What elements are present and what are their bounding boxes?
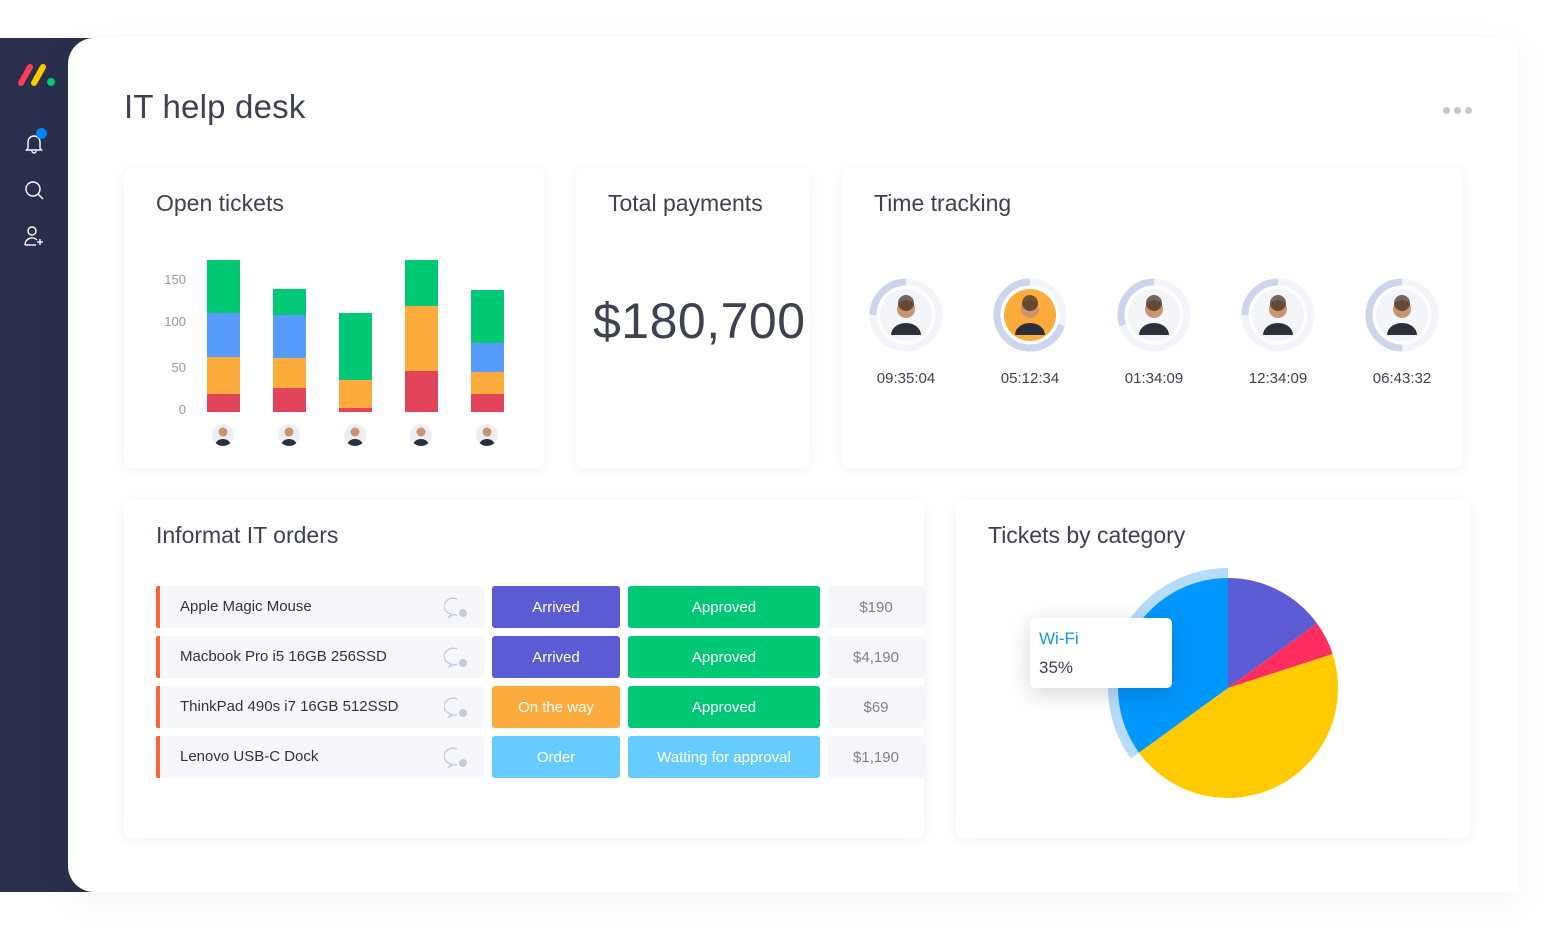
order-row[interactable]: Lenovo USB-C Dock Order Watting for appr… bbox=[156, 736, 956, 778]
bar-segment-red[interactable] bbox=[273, 388, 306, 412]
order-price: $69 bbox=[828, 686, 924, 728]
person-avatar[interactable] bbox=[410, 424, 432, 446]
bar-segment-orange[interactable] bbox=[471, 372, 504, 395]
bar-segment-red[interactable] bbox=[471, 394, 504, 412]
time-progress-ring bbox=[1117, 278, 1191, 352]
bar-segment-blue[interactable] bbox=[471, 343, 504, 373]
order-item-name: ThinkPad 490s i7 16GB 512SSD bbox=[180, 698, 399, 715]
comment-icon[interactable] bbox=[444, 696, 470, 720]
bar-segment-red[interactable] bbox=[207, 394, 240, 412]
person-avatar bbox=[993, 278, 1067, 352]
bar-segment-green[interactable] bbox=[339, 312, 372, 381]
order-item-cell[interactable]: Apple Magic Mouse bbox=[156, 586, 484, 628]
time-progress-ring bbox=[869, 278, 943, 352]
open-tickets-card: Open tickets 0 50 100 150 bbox=[124, 168, 544, 468]
tickets-by-category-card: Tickets by category Wi-Fi 35% bbox=[956, 500, 1470, 838]
total-payments-value: $180,700 bbox=[593, 293, 806, 349]
dot bbox=[1465, 107, 1472, 114]
status-pill[interactable]: On the way bbox=[492, 686, 620, 728]
card-title: Open tickets bbox=[156, 190, 284, 216]
bar-segment-orange[interactable] bbox=[405, 305, 438, 371]
tooltip-label: Wi-Fi bbox=[1039, 629, 1079, 648]
time-tracker-item[interactable]: 01:34:09 bbox=[1094, 278, 1214, 387]
total-payments-card: Total payments $180,700 bbox=[576, 168, 810, 468]
person-avatar bbox=[1117, 278, 1191, 352]
search-icon[interactable] bbox=[22, 178, 46, 202]
order-row[interactable]: ThinkPad 490s i7 16GB 512SSD On the way … bbox=[156, 686, 956, 728]
time-tracking-card: Time tracking 09:35:04 05:12:34 01:34:09 12… bbox=[842, 168, 1463, 468]
person-avatar[interactable] bbox=[212, 424, 234, 446]
time-tracker-item[interactable]: 05:12:34 bbox=[970, 278, 1090, 387]
pie-tooltip: Wi-Fi 35% bbox=[1030, 618, 1172, 688]
dot bbox=[1454, 107, 1461, 114]
y-tick-label: 0 bbox=[178, 402, 186, 417]
order-item-name: Lenovo USB-C Dock bbox=[180, 748, 319, 765]
person-avatar[interactable] bbox=[278, 424, 300, 446]
bar-segment-green[interactable] bbox=[405, 259, 438, 306]
bar-segment-red[interactable] bbox=[405, 370, 438, 412]
comment-icon[interactable] bbox=[444, 646, 470, 670]
status-pill[interactable]: Order bbox=[492, 736, 620, 778]
card-title: Informat IT orders bbox=[156, 522, 339, 548]
bar-segment-green[interactable] bbox=[471, 289, 504, 344]
tracked-time: 05:12:34 bbox=[1000, 370, 1060, 387]
person-avatar bbox=[869, 278, 943, 352]
more-horizontal-icon bbox=[1443, 107, 1450, 114]
card-title: Total payments bbox=[608, 190, 763, 216]
bar-segment-orange[interactable] bbox=[339, 380, 372, 409]
monday-logo-icon[interactable] bbox=[16, 61, 58, 89]
bar-segment-green[interactable] bbox=[273, 288, 306, 316]
time-tracker-item[interactable]: 09:35:04 bbox=[846, 278, 966, 387]
tracked-time: 12:34:09 bbox=[1248, 370, 1308, 387]
approval-pill[interactable]: Approved bbox=[628, 586, 820, 628]
tooltip-value: 35% bbox=[1039, 658, 1074, 677]
status-pill[interactable]: Arrived bbox=[492, 586, 620, 628]
comment-icon[interactable] bbox=[444, 596, 470, 620]
time-progress-ring bbox=[993, 278, 1067, 352]
time-progress-ring bbox=[1241, 278, 1315, 352]
notification-dot bbox=[36, 128, 47, 139]
page-title: IT help desk bbox=[124, 88, 306, 125]
more-options-button[interactable] bbox=[1443, 107, 1472, 114]
card-title: Time tracking bbox=[874, 190, 1012, 216]
order-item-cell[interactable]: Macbook Pro i5 16GB 256SSD bbox=[156, 636, 484, 678]
bar-segment-green[interactable] bbox=[207, 259, 240, 313]
bar-segment-blue[interactable] bbox=[273, 315, 306, 359]
status-pill[interactable]: Arrived bbox=[492, 636, 620, 678]
person-avatar bbox=[1365, 278, 1439, 352]
y-tick-label: 150 bbox=[164, 272, 186, 287]
time-tracker-item[interactable]: 06:43:32 bbox=[1342, 278, 1462, 387]
y-tick-label: 50 bbox=[171, 360, 186, 375]
order-row[interactable]: Macbook Pro i5 16GB 256SSD Arrived Appro… bbox=[156, 636, 956, 678]
bar-segment-red[interactable] bbox=[339, 408, 372, 412]
bar-segment-orange[interactable] bbox=[207, 356, 240, 395]
order-price: $4,190 bbox=[828, 636, 924, 678]
order-row[interactable]: Apple Magic Mouse Arrived Approved $190 bbox=[156, 586, 956, 628]
order-item-name: Macbook Pro i5 16GB 256SSD bbox=[180, 648, 387, 665]
order-item-name: Apple Magic Mouse bbox=[180, 598, 312, 615]
time-tracker-item[interactable]: 12:34:09 bbox=[1218, 278, 1338, 387]
add-user-icon[interactable] bbox=[22, 224, 46, 248]
bar-segment-orange[interactable] bbox=[273, 358, 306, 389]
approval-pill[interactable]: Watting for approval bbox=[628, 736, 820, 778]
person-avatar[interactable] bbox=[344, 424, 366, 446]
approval-pill[interactable]: Approved bbox=[628, 686, 820, 728]
person-avatar[interactable] bbox=[476, 424, 498, 446]
comment-icon[interactable] bbox=[444, 746, 470, 770]
order-price: $190 bbox=[828, 586, 924, 628]
tracked-time: 09:35:04 bbox=[876, 370, 936, 387]
bar-segment-blue[interactable] bbox=[207, 312, 240, 357]
approval-pill[interactable]: Approved bbox=[628, 636, 820, 678]
tracked-time: 01:34:09 bbox=[1124, 370, 1184, 387]
order-item-cell[interactable]: ThinkPad 490s i7 16GB 512SSD bbox=[156, 686, 484, 728]
y-tick-label: 100 bbox=[164, 314, 186, 329]
order-item-cell[interactable]: Lenovo USB-C Dock bbox=[156, 736, 484, 778]
order-price: $1,190 bbox=[828, 736, 924, 778]
person-avatar bbox=[1241, 278, 1315, 352]
it-orders-card: Informat IT orders Apple Magic Mouse Arr… bbox=[124, 500, 924, 838]
tracked-time: 06:43:32 bbox=[1372, 370, 1432, 387]
time-progress-ring bbox=[1365, 278, 1439, 352]
